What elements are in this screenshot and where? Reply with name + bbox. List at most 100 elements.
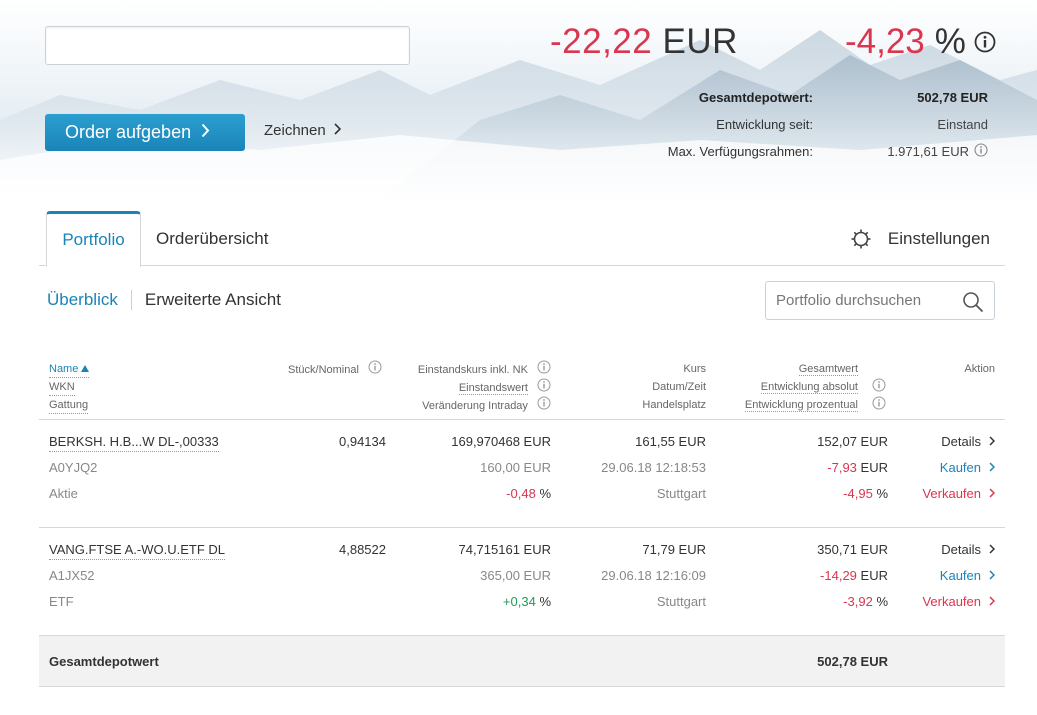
entw-pct-number: -4,95 [843,486,873,501]
chevron-right-icon [334,122,341,139]
chevron-right-icon [989,592,996,612]
total-label: Gesamtdepotwert [49,654,159,669]
gesamtwert-value: 350,71 EUR [817,542,888,557]
info-icon[interactable] [872,396,886,414]
header-gattung[interactable]: Gattung [49,396,89,414]
summary-row: Max. Verfügungsrahmen: 1.971,61 EUR [560,138,990,165]
info-icon[interactable] [537,360,551,380]
tab-orderuebersicht[interactable]: Orderübersicht [156,211,268,266]
portfolio-summary: Gesamtdepotwert: 502,78 EUR Entwicklung … [560,84,990,165]
security-name-link[interactable]: BERKSH. H.B...W DL-,00333 [49,432,219,452]
details-label: Details [941,542,981,557]
table-total-row: Gesamtdepotwert 502,78 EUR [39,636,1005,687]
chevron-right-icon [201,122,210,143]
info-icon[interactable] [537,396,551,416]
header-einstandswert: Einstandswert [369,378,551,396]
verkaufen-link[interactable]: Verkaufen [899,592,996,612]
einstandskurs-value: 169,970468 EUR [451,434,551,449]
summary-row: Gesamtdepotwert: 502,78 EUR [560,84,990,111]
header-wkn[interactable]: WKN [49,378,75,396]
tab-portfolio[interactable]: Portfolio [46,211,141,267]
header-search-input[interactable] [45,26,410,65]
order-button[interactable]: Order aufgeben [45,114,245,151]
header-entw-pct[interactable]: Entwicklung prozentual [719,396,858,414]
entw-pct-value: -3,92 % [719,592,888,612]
header-veraenderung-label: Veränderung Intraday [422,399,528,412]
summary-row: Entwicklung seit: Einstand [560,111,990,138]
header-entw-pct-label: Entwicklung prozentual [744,399,858,412]
info-icon[interactable] [872,378,886,396]
entw-pct-number: -3,92 [843,594,873,609]
header-stueck-label: Stück/Nominal [288,363,359,376]
performance-absolute: -22,22 EUR [550,22,738,62]
security-wkn: A0YJQ2 [49,460,98,475]
summary-label: Gesamtdepotwert: [698,90,813,105]
entw-pct-unit: % [876,594,888,609]
table-header: Name WKN Gattung Stück/Nominal Einstands… [39,355,1005,420]
header-einstandskurs: Einstandskurs inkl. NK [369,360,551,378]
info-icon[interactable] [537,378,551,398]
view-erweiterte-ansicht[interactable]: Erweiterte Ansicht [145,290,281,310]
details-link[interactable]: Details [899,432,996,452]
intraday-value: +0,34 [502,594,536,609]
security-gattung: Aktie [49,486,78,501]
intraday-unit: % [539,594,551,609]
header-datum: Datum/Zeit [652,381,706,393]
chevron-right-icon [989,566,996,586]
kaufen-link[interactable]: Kaufen [899,566,996,586]
tab-label: Orderübersicht [156,228,269,248]
divider [130,290,132,310]
performance-absolute-unit: EUR [662,22,738,61]
einstandswert-value: 365,00 EUR [480,568,551,583]
performance-percent-unit: % [934,22,966,61]
header-kurs: Kurs [683,363,706,375]
kaufen-link[interactable]: Kaufen [899,458,996,478]
settings-label: Einstellungen [887,228,990,248]
details-link[interactable]: Details [899,540,996,560]
security-gattung: ETF [49,594,74,609]
security-wkn: A1JX52 [49,568,95,583]
zeichnen-label: Zeichnen [264,122,326,139]
order-button-label: Order aufgeben [65,122,192,142]
intraday-change: +0,34 % [369,592,551,612]
chevron-right-icon [989,458,996,478]
view-ueberblick[interactable]: Überblick [47,290,118,310]
search-icon[interactable] [962,291,984,318]
security-name-link[interactable]: VANG.FTSE A.-WO.U.ETF DL [49,540,225,560]
intraday-change: -0,48 % [369,484,551,504]
info-icon[interactable] [974,143,988,160]
header-name-sort[interactable]: Name [49,360,90,378]
kurs-value: 71,79 EUR [642,542,706,557]
performance-percent: -4,23 % [845,22,996,62]
entw-abs-value: -7,93 EUR [719,458,888,478]
verkaufen-link[interactable]: Verkaufen [899,484,996,504]
entw-abs-value: -14,29 EUR [719,566,888,586]
intraday-unit: % [539,486,551,501]
entw-abs-number: -14,29 [820,568,857,583]
header-einstandswert-label[interactable]: Einstandswert [458,381,528,395]
summary-value-text: Einstand [937,117,988,132]
info-icon[interactable] [974,22,996,62]
einstandskurs-value: 74,715161 EUR [458,542,551,557]
table-row: BERKSH. H.B...W DL-,00333 A0YJQ2 Aktie 0… [39,420,1005,528]
table-row: VANG.FTSE A.-WO.U.ETF DL A1JX52 ETF 4,88… [39,528,1005,636]
settings-button[interactable]: Einstellungen [850,211,990,266]
sort-asc-icon [81,363,90,375]
header-aktion: Aktion [964,363,995,375]
header-gesamtwert[interactable]: Gesamtwert [719,360,858,378]
summary-value-text: 1.971,61 EUR [887,144,969,159]
tab-bar: Portfolio Orderübersicht Einstellungen [39,211,1005,267]
intraday-value: -0,48 [506,486,536,501]
header-entw-abs[interactable]: Entwicklung absolut [719,378,858,396]
kaufen-label: Kaufen [939,460,981,475]
tab-label: Portfolio [62,230,125,249]
details-label: Details [941,434,981,449]
header-handelsplatz: Handelsplatz [642,399,706,411]
header-banner: Order aufgeben Zeichnen -22,22 EUR -4,23… [0,0,1037,200]
header-entw-abs-label: Entwicklung absolut [760,381,858,394]
entw-pct-value: -4,95 % [719,484,888,504]
performance-percent-value: -4,23 [845,22,925,61]
zeichnen-link[interactable]: Zeichnen [264,122,341,139]
header-gesamtwert-label: Gesamtwert [798,363,858,376]
portfolio-search-input[interactable] [776,292,956,309]
